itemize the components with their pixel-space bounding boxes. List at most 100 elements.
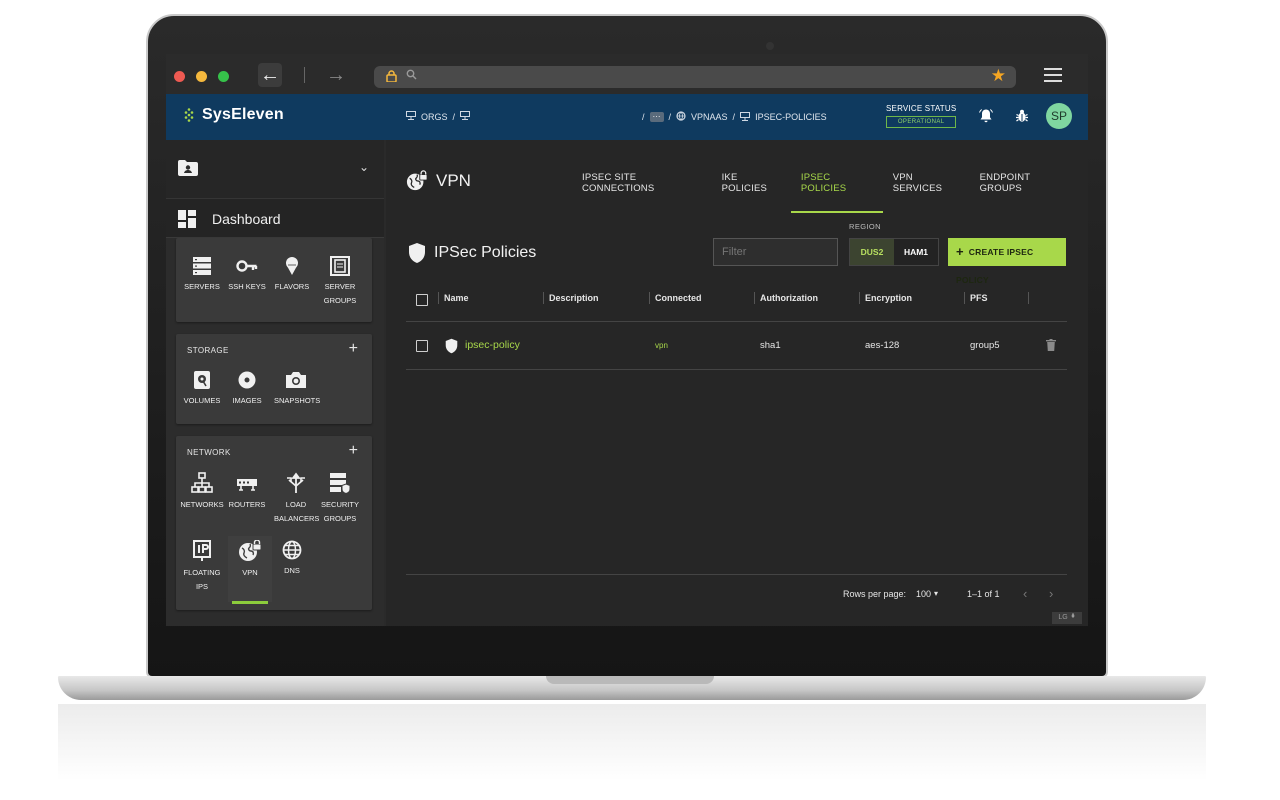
sidebar: ⌄ Dashboard SERVERS SSH KEYS FLAVORS SER… xyxy=(166,140,384,626)
key-icon xyxy=(236,260,258,272)
column-header-pfs[interactable]: PFS xyxy=(970,293,988,303)
active-indicator xyxy=(232,601,268,604)
window-minimize-button[interactable] xyxy=(196,71,207,82)
vpn-icon xyxy=(239,540,262,561)
volume-icon xyxy=(194,371,210,389)
lock-icon xyxy=(386,70,400,84)
column-divider xyxy=(1028,292,1029,304)
breadcrumb-more-pill[interactable]: ··· xyxy=(649,112,664,122)
laptop-reflection xyxy=(58,704,1206,800)
policies-table: Name Description Connected Authorization… xyxy=(406,282,1067,370)
tile-label: LOAD BALANCERS xyxy=(274,500,320,523)
add-storage-button[interactable]: + xyxy=(349,340,358,358)
search-icon xyxy=(406,69,417,83)
tab-vpn-services[interactable]: VPN SERVICES xyxy=(893,172,960,213)
tile-label: IMAGES xyxy=(232,396,262,405)
column-divider xyxy=(964,292,965,304)
column-header-name[interactable]: Name xyxy=(444,293,469,303)
sidebar-item-vpn[interactable]: VPN xyxy=(228,536,272,604)
back-arrow-icon[interactable]: ← xyxy=(258,63,282,87)
sidebar-item-security-groups[interactable]: SECURITY GROUPS xyxy=(318,472,362,526)
bug-icon[interactable] xyxy=(1014,108,1030,124)
chevron-down-icon[interactable]: ⌄ xyxy=(359,160,369,174)
sidebar-item-server-groups[interactable]: SERVER GROUPS xyxy=(318,256,362,308)
bell-icon[interactable] xyxy=(978,108,994,124)
table-header: Name Description Connected Authorization… xyxy=(406,282,1067,322)
tab-bar: IPSEC SITE CONNECTIONS IKE POLICIES IPSE… xyxy=(582,172,1088,213)
column-header-connected[interactable]: Connected xyxy=(655,293,702,303)
delete-icon[interactable] xyxy=(1046,339,1056,351)
tab-ike-policies[interactable]: IKE POLICIES xyxy=(722,172,781,213)
sidebar-item-dashboard[interactable]: Dashboard xyxy=(166,198,384,238)
forward-arrow-icon[interactable]: → xyxy=(324,63,348,87)
rows-per-page-label: Rows per page: xyxy=(843,589,907,599)
window-close-button[interactable] xyxy=(174,71,185,82)
project-icon[interactable] xyxy=(460,111,471,122)
section-title: IPSec Policies xyxy=(408,242,536,264)
org-icon xyxy=(406,111,416,122)
column-header-authorization[interactable]: Authorization xyxy=(760,293,818,303)
sidebar-item-snapshots[interactable]: SNAPSHOTS xyxy=(274,370,320,408)
logo[interactable]: SysEleven xyxy=(182,106,284,124)
storage-title: STORAGE xyxy=(187,346,229,355)
corner-badge: LG xyxy=(1052,612,1082,624)
breadcrumb-item-orgs[interactable]: ORGS xyxy=(421,112,448,122)
sidebar-item-dns[interactable]: DNS xyxy=(270,540,314,578)
shield-icon xyxy=(445,338,458,354)
rows-per-page-select[interactable]: 100 xyxy=(916,589,931,599)
status-badge: OPERATIONAL xyxy=(886,116,957,128)
load-balancer-icon xyxy=(287,472,305,493)
column-divider xyxy=(649,292,650,304)
tab-ipsec-site-connections[interactable]: IPSEC SITE CONNECTIONS xyxy=(582,172,702,213)
caret-down-icon[interactable]: ▾ xyxy=(934,589,938,598)
shield-icon xyxy=(409,243,425,263)
camera-dot xyxy=(766,42,774,50)
star-icon[interactable]: ★ xyxy=(991,66,1006,86)
service-status[interactable]: SERVICE STATUS OPERATIONAL xyxy=(886,104,957,128)
sidebar-item-flavors[interactable]: FLAVORS xyxy=(270,256,314,294)
policy-name-link[interactable]: ipsec-policy xyxy=(465,339,520,351)
address-bar[interactable]: ★ xyxy=(374,66,1016,88)
avatar[interactable]: SP xyxy=(1046,103,1072,129)
screen: ← → ★ SysEleven ORGS / / ··· / VPNAAS / … xyxy=(166,54,1088,626)
region-option-ham1[interactable]: HAM1 xyxy=(894,239,938,265)
column-header-encryption[interactable]: Encryption xyxy=(865,293,912,303)
sidebar-item-load-balancers[interactable]: LOAD BALANCERS xyxy=(274,472,320,526)
add-network-button[interactable]: + xyxy=(349,442,358,460)
cell-pfs: group5 xyxy=(970,340,1000,351)
tile-label: VPN xyxy=(242,568,258,577)
camera-icon xyxy=(286,372,306,388)
column-header-description[interactable]: Description xyxy=(549,293,599,303)
sidebar-item-floating-ips[interactable]: FLOATING IPS xyxy=(180,540,224,594)
table-row[interactable]: ipsec-policy vpn sha1 aes-128 group5 xyxy=(406,322,1067,370)
create-ipsec-policy-button[interactable]: + CREATE IPSEC POLICY xyxy=(948,238,1066,285)
row-checkbox[interactable] xyxy=(416,340,428,352)
sidebar-item-images[interactable]: IMAGES xyxy=(225,370,269,408)
chevron-right-icon[interactable]: › xyxy=(1049,586,1053,601)
project-selector[interactable]: ⌄ xyxy=(166,140,384,198)
menu-icon[interactable] xyxy=(1044,68,1062,82)
tile-label: FLOATING IPS xyxy=(183,568,221,591)
column-divider xyxy=(438,292,439,304)
region-option-dus2[interactable]: DUS2 xyxy=(850,239,894,265)
sidebar-item-networks[interactable]: NETWORKS xyxy=(180,472,224,512)
filter-input[interactable] xyxy=(713,238,838,266)
policy-small-icon xyxy=(740,111,751,123)
cell-connected-link[interactable]: vpn xyxy=(655,341,668,350)
tile-label: SSH KEYS xyxy=(228,282,266,291)
tab-endpoint-groups[interactable]: ENDPOINT GROUPS xyxy=(980,172,1068,213)
sidebar-item-volumes[interactable]: VOLUMES xyxy=(180,370,224,408)
tile-label: NETWORKS xyxy=(180,500,224,509)
sidebar-item-servers[interactable]: SERVERS xyxy=(180,256,224,294)
storage-panel: STORAGE + VOLUMES IMAGES SNAPSHOTS xyxy=(176,334,372,424)
chevron-left-icon[interactable]: ‹ xyxy=(1023,586,1027,601)
sidebar-item-routers[interactable]: ROUTERS xyxy=(225,472,269,512)
sidebar-item-ssh-keys[interactable]: SSH KEYS xyxy=(225,256,269,294)
select-all-checkbox[interactable] xyxy=(416,294,428,306)
tile-label: SERVER GROUPS xyxy=(323,282,357,305)
breadcrumb-item-vpnaas[interactable]: VPNAAS xyxy=(691,112,728,122)
window-maximize-button[interactable] xyxy=(218,71,229,82)
tab-ipsec-policies[interactable]: IPSEC POLICIES xyxy=(790,172,883,213)
floating-ip-icon xyxy=(193,540,211,561)
section-title-text: IPSec Policies xyxy=(434,244,537,261)
